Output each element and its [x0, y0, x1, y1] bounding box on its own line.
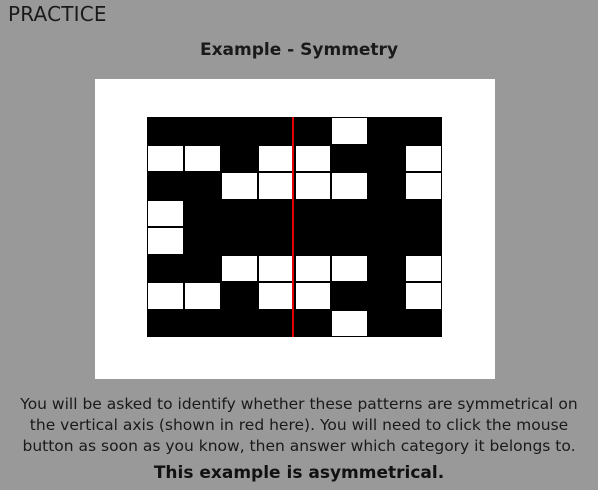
result-text: This example is asymmetrical.: [153, 463, 445, 483]
grid-cell-white: [295, 283, 331, 309]
grid-cell-white: [221, 173, 257, 199]
mode-label: PRACTICE: [8, 2, 107, 26]
grid-cell-white: [332, 173, 368, 199]
grid-cell-white: [148, 200, 183, 226]
grid-cell-white: [184, 145, 220, 171]
grid-cell-white: [332, 255, 368, 281]
grid-cell-white: [258, 173, 294, 199]
grid-cell-white: [184, 283, 220, 309]
instructions-text: You will be asked to identify whether th…: [20, 395, 578, 455]
grid-cell-white: [406, 255, 441, 281]
grid-cell-white: [295, 145, 331, 171]
grid-cell-white: [406, 145, 441, 171]
grid-cell-white: [258, 145, 294, 171]
grid-cell-white: [295, 255, 331, 281]
grid-cell-white: [148, 228, 183, 254]
page-title: Example - Symmetry: [199, 40, 399, 60]
grid-cell-white: [295, 173, 331, 199]
grid-cell-white: [406, 173, 441, 199]
symmetry-axis: [292, 117, 294, 337]
grid-cell-white: [332, 118, 368, 144]
grid-cell-white: [332, 310, 368, 336]
grid-cell-white: [148, 145, 183, 171]
grid-cell-white: [258, 255, 294, 281]
symmetry-grid: [147, 117, 442, 337]
stimulus-panel: [95, 79, 495, 379]
grid-cell-white: [148, 283, 183, 309]
grid-cell-white: [258, 283, 294, 309]
grid-cell-white: [221, 255, 257, 281]
grid-cell-white: [406, 283, 441, 309]
